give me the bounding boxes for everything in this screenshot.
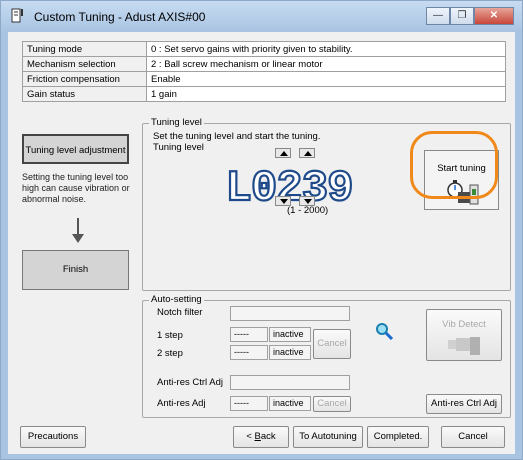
tuning-level-adjustment-step: Tuning level adjustment — [22, 134, 129, 164]
antires-ctrl-field — [230, 375, 350, 390]
vibration-detect-icon — [448, 337, 480, 355]
antires-cancel-button[interactable]: Cancel — [313, 396, 351, 412]
step1-label: 1 step — [157, 330, 183, 341]
step2-label: 2 step — [157, 348, 183, 359]
tuning-level-group-title: Tuning level — [149, 117, 204, 128]
completed-button[interactable]: Completed. — [367, 426, 429, 448]
magnifier-icon — [376, 323, 393, 340]
custom-tuning-window: Custom Tuning - Adust AXIS#00 — ❐ ✕ Tuni… — [0, 0, 523, 460]
antires-adj-status: inactive — [269, 396, 311, 411]
param-label: Gain status — [22, 86, 147, 102]
table-row: Friction compensation Enable — [22, 71, 506, 87]
maximize-button[interactable]: ❐ — [450, 7, 474, 25]
param-value: Enable — [146, 71, 506, 87]
arrow-down-icon — [304, 199, 312, 204]
parameter-table: Tuning mode 0 : Set servo gains with pri… — [22, 41, 506, 102]
step1-status: inactive — [269, 327, 311, 342]
antires-adj-value: ----- — [230, 396, 268, 411]
notch-filter-label: Notch filter — [157, 307, 203, 318]
tuning-instruction: Set the tuning level and start the tunin… — [153, 131, 321, 142]
antires-ctrl-adj-button[interactable]: Anti-res Ctrl Adj — [426, 394, 502, 414]
increment-units-button[interactable] — [299, 148, 315, 158]
auto-setting-group-title: Auto-setting — [149, 294, 204, 305]
arrow-up-icon — [304, 151, 312, 156]
dialog-body: Tuning mode 0 : Set servo gains with pri… — [8, 32, 515, 454]
minimize-button[interactable]: — — [426, 7, 450, 25]
step1-value: ----- — [230, 327, 268, 342]
table-row: Tuning mode 0 : Set servo gains with pri… — [22, 41, 506, 57]
notch-filter-field — [230, 306, 350, 321]
tuning-warning-note: Setting the tuning level too high can ca… — [22, 172, 130, 204]
param-value: 2 : Ball screw mechanism or linear motor — [146, 56, 506, 72]
param-value: 0 : Set servo gains with priority given … — [146, 41, 506, 57]
back-suffix: ack — [260, 431, 276, 442]
step2-status: inactive — [269, 345, 311, 360]
arrow-up-icon — [280, 151, 288, 156]
notch-cancel-button[interactable]: Cancel — [313, 329, 351, 359]
arrow-down-icon — [72, 218, 84, 243]
step2-value: ----- — [230, 345, 268, 360]
tuning-level-range: (1 - 2000) — [287, 205, 329, 216]
precautions-button[interactable]: Precautions — [20, 426, 86, 448]
table-row: Gain status 1 gain — [22, 86, 506, 102]
finish-step: Finish — [22, 250, 129, 290]
cancel-button[interactable]: Cancel — [441, 426, 505, 448]
arrow-down-icon — [280, 199, 288, 204]
app-icon — [11, 8, 23, 23]
param-label: Friction compensation — [22, 71, 147, 87]
title-bar[interactable]: Custom Tuning - Adust AXIS#00 — ❐ ✕ — [1, 1, 522, 31]
window-title: Custom Tuning - Adust AXIS#00 — [34, 10, 206, 24]
start-tuning-highlight — [410, 131, 498, 199]
tuning-level-label: Tuning level — [153, 142, 204, 153]
back-button[interactable]: < Back — [233, 426, 289, 448]
to-autotuning-button[interactable]: To Autotuning — [293, 426, 363, 448]
param-label: Tuning mode — [22, 41, 147, 57]
table-row: Mechanism selection 2 : Ball screw mecha… — [22, 56, 506, 72]
antires-adj-label: Anti-res Adj — [157, 398, 206, 409]
close-button[interactable]: ✕ — [474, 7, 514, 25]
increment-thousands-button[interactable] — [275, 148, 291, 158]
param-value: 1 gain — [146, 86, 506, 102]
back-prefix: < — [246, 431, 255, 442]
param-label: Mechanism selection — [22, 56, 147, 72]
vib-detect-label: Vib Detect — [442, 319, 486, 330]
antires-ctrl-label: Anti-res Ctrl Adj — [157, 377, 223, 388]
auto-setting-group: Auto-setting Notch filter 1 step ----- i… — [142, 294, 511, 418]
vib-detect-button[interactable]: Vib Detect — [426, 309, 502, 361]
